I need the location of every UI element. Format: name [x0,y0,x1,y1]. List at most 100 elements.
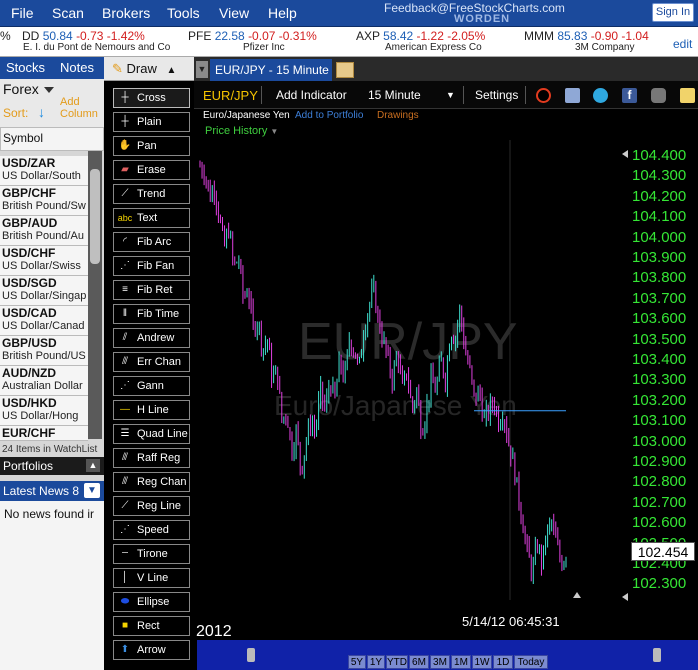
list-item[interactable]: EUR/CHF [0,426,88,441]
y-axis-tick-label: 102.800 [632,473,687,491]
list-item[interactable]: AUD/NZD Australian Dollar [0,366,88,396]
list-item[interactable]: USD/HKD US Dollar/Hong [0,396,88,426]
interval-select[interactable]: 15 Minute [368,88,421,102]
tool-fib-ret-button[interactable]: ≡ Fib Ret [113,280,190,300]
menu-brokers[interactable]: Brokers [102,5,150,21]
tool-pan-button[interactable]: ✋ Pan [113,136,190,156]
price-history-label: Price History [205,125,268,137]
tool-fib-time-button[interactable]: ‖ Fib Time [113,304,190,324]
tool-cross-button[interactable]: ┼ Cross [113,88,190,108]
menu-file[interactable]: File [11,5,34,21]
range-button-1y[interactable]: 1Y [367,655,385,669]
layers-icon[interactable] [565,88,580,103]
range-button-3m[interactable]: 3M [430,655,450,669]
tool-gann-button[interactable]: ⋰ Gann [113,376,190,396]
add-column-link[interactable]: Add Column [60,96,100,120]
menu-scan[interactable]: Scan [52,5,84,21]
facebook-icon[interactable]: f [622,88,637,103]
draw-collapse-icon[interactable]: ▲ [167,65,177,76]
range-button-ytd[interactable]: YTD [386,655,408,669]
price-chart[interactable] [194,140,634,640]
tool-text-button[interactable]: abc Text [113,208,190,228]
tool-trend-button[interactable]: ⟋ Trend [113,184,190,204]
ticker-edit-link[interactable]: edit [673,37,692,51]
chart-scroll-icon[interactable] [573,592,581,598]
alarm-clock-icon[interactable] [536,88,551,103]
navigator-right-handle[interactable] [653,648,661,662]
tool-quad-line-button[interactable]: ☰ Quad Line [113,424,190,444]
navigator-left-handle[interactable] [247,648,255,662]
watchlist-scroll-thumb[interactable] [90,169,100,264]
list-item[interactable]: USD/CAD US Dollar/Canad [0,306,88,336]
symbol-column-header[interactable]: Symbol [0,127,104,151]
tab-eur-jpy[interactable]: EUR/JPY - 15 Minute [210,59,332,81]
draw-toolbar-header[interactable]: ✎ Draw ▲ [104,57,194,81]
range-button-1m[interactable]: 1M [451,655,471,669]
tool-andrew-button[interactable]: ⫽ Andrew [113,328,190,348]
tool-arrow-button[interactable]: ⬆ Arrow [113,640,190,660]
tab-menu-icon[interactable]: ▼ [196,61,208,78]
list-item[interactable]: GBP/CHF British Pound/Sw [0,186,88,216]
axis-scroll-up-icon[interactable] [622,150,628,158]
tool-label: Fib Time [137,308,180,320]
range-button-5y[interactable]: 5Y [348,655,366,669]
range-button-6m[interactable]: 6M [409,655,429,669]
tool-ellipse-button[interactable]: ⬬ Ellipse [113,592,190,612]
latest-news-collapse-icon[interactable]: ▼ [84,483,100,498]
tab-notes[interactable]: Notes [60,60,94,75]
menu-view[interactable]: View [219,5,249,21]
tool-fib-arc-button[interactable]: ◜ Fib Arc [113,232,190,252]
list-item[interactable]: USD/CHF US Dollar/Swiss [0,246,88,276]
tool-v-line-button[interactable]: │ V Line [113,568,190,588]
list-item[interactable]: GBP/AUD British Pound/Au [0,216,88,246]
chart-symbol[interactable]: EUR/JPY [203,88,258,103]
menu-help[interactable]: Help [268,5,297,21]
latest-news-header[interactable]: Latest News 8 ▼ [0,481,104,501]
tool-erase-button[interactable]: ▰ Erase [113,160,190,180]
add-to-portfolio-link[interactable]: Add to Portfolio [295,110,363,121]
tool-fib-fan-button[interactable]: ⋰ Fib Fan [113,256,190,276]
range-button-1w[interactable]: 1W [472,655,492,669]
list-item[interactable]: USD/SGD US Dollar/Singap [0,276,88,306]
watchlist-name[interactable]: Forex [3,81,39,97]
twitter-icon[interactable] [593,88,608,103]
ticker-item-pfe[interactable]: PFE 22.58 -0.07 -0.31% [188,29,317,43]
range-button-today[interactable]: Today [514,655,548,669]
tool-plain-button[interactable]: ┼ Plain [113,112,190,132]
tool-label: Reg Line [137,500,182,512]
drawings-link[interactable]: Drawings [377,110,419,121]
range-button-1d[interactable]: 1D [493,655,513,669]
tool-raff-reg-button[interactable]: ⫻ Raff Reg [113,448,190,468]
camera-icon[interactable] [651,88,666,103]
tool-tirone-button[interactable]: ┄ Tirone [113,544,190,564]
ticker-item-dd[interactable]: DD 50.84 -0.73 -1.42% [22,29,145,43]
tool-h-line-button[interactable]: — H Line [113,400,190,420]
notes-icon[interactable] [680,88,695,103]
interval-dropdown-icon[interactable]: ▼ [446,90,455,100]
tab-stocks[interactable]: Stocks [6,60,45,75]
price-history-menu[interactable]: Price History ▼ [205,125,278,137]
tool-reg-chan-button[interactable]: ⫻ Reg Chan [113,472,190,492]
y-axis-tick-label: 102.700 [632,493,687,511]
add-indicator-button[interactable]: Add Indicator [276,88,347,102]
sort-arrow-icon[interactable]: ↓ [38,104,45,120]
tool-reg-line-button[interactable]: ⟋ Reg Line [113,496,190,516]
ticker-item-mmm[interactable]: MMM 85.83 -0.90 -1.04 [524,29,649,43]
y-axis-tick-label: 103.800 [632,269,687,287]
tool-rect-button[interactable]: ■ Rect [113,616,190,636]
new-tab-icon[interactable] [336,62,354,78]
settings-button[interactable]: Settings [475,88,518,102]
list-item[interactable]: USD/ZAR US Dollar/South [0,156,88,186]
ticker-item-axp[interactable]: AXP 58.42 -1.22 -2.05% [356,29,485,43]
list-item[interactable]: GBP/USD British Pound/US [0,336,88,366]
sign-in-button[interactable]: Sign In [652,3,694,22]
tool-err-chan-button[interactable]: ⫻ Err Chan [113,352,190,372]
portfolios-header[interactable]: Portfolios ▲ [0,457,104,475]
list-item-symbol: AUD/NZD [2,366,56,380]
tool-speed-button[interactable]: ⋰ Speed [113,520,190,540]
y-axis-tick-label: 103.900 [632,249,687,266]
axis-scroll-down-icon[interactable] [622,593,628,601]
menu-tools[interactable]: Tools [167,5,200,21]
portfolios-expand-icon[interactable]: ▲ [86,459,100,472]
watchlist-dropdown-icon[interactable] [44,87,54,93]
